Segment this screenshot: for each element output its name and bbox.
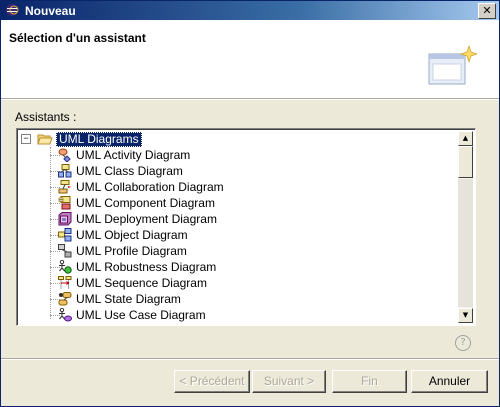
header-separator <box>1 99 499 100</box>
tree-item-collaboration[interactable]: UML Collaboration Diagram <box>19 179 419 195</box>
tree-item-use-case[interactable]: UML Use Case Diagram <box>19 307 419 323</box>
deployment-diagram-icon <box>58 212 72 226</box>
next-button[interactable]: Suivant > <box>252 370 326 393</box>
robustness-diagram-icon <box>58 259 72 274</box>
tree-item-label: UML Use Case Diagram <box>76 308 206 322</box>
tree-item-sequence[interactable]: UML Sequence Diagram <box>19 275 419 291</box>
tree-item-profile[interactable]: UML Profile Diagram <box>19 243 419 259</box>
tree-item-activity[interactable]: UML Activity Diagram <box>19 147 419 163</box>
folder-open-icon <box>37 132 53 146</box>
window-title: Nouveau <box>25 4 76 18</box>
tree-item-robustness[interactable]: UML Robustness Diagram <box>19 259 419 275</box>
class-diagram-icon <box>58 164 72 178</box>
scroll-up-button[interactable]: ▲ <box>458 131 473 146</box>
dialog-window: Nouveau ✕ Sélection d'un assistant Assis… <box>0 0 500 407</box>
tree-item-label: UML Activity Diagram <box>76 148 191 162</box>
tree-content: − UML Diagrams UML Activity Diagram UML … <box>19 131 456 323</box>
tree-item-label: UML Deployment Diagram <box>76 212 217 226</box>
tree-item-label: UML Sequence Diagram <box>76 276 207 290</box>
eclipse-app-icon <box>5 3 19 20</box>
collaboration-diagram-icon <box>58 180 72 194</box>
sequence-diagram-icon <box>58 276 72 290</box>
tree-item-component[interactable]: UML Component Diagram <box>19 195 419 211</box>
tree-item-deployment[interactable]: UML Deployment Diagram <box>19 211 419 227</box>
new-wizard-icon <box>427 42 479 91</box>
title-bar[interactable]: Nouveau ✕ <box>1 1 499 20</box>
profile-diagram-icon <box>58 244 72 258</box>
collapse-toggle[interactable]: − <box>21 134 31 144</box>
tree-item-label: UML Profile Diagram <box>76 244 187 258</box>
tree-item-state[interactable]: UML State Diagram <box>19 291 419 307</box>
assistants-label: Assistants : <box>15 110 77 124</box>
tree-item-label: UML State Diagram <box>76 292 181 306</box>
use-case-diagram-icon <box>58 307 72 322</box>
footer-separator-highlight <box>1 359 499 360</box>
scroll-thumb[interactable] <box>458 146 473 178</box>
tree-item-class[interactable]: UML Class Diagram <box>19 163 419 179</box>
tree-item-label: UML Component Diagram <box>76 196 215 210</box>
wizard-header: Sélection d'un assistant <box>1 20 499 99</box>
scroll-down-button[interactable]: ▼ <box>458 308 473 323</box>
wizard-tree[interactable]: − UML Diagrams UML Activity Diagram UML … <box>16 128 476 326</box>
vertical-scrollbar[interactable]: ▲ ▼ <box>458 131 473 323</box>
tree-item-label: UML Collaboration Diagram <box>76 180 224 194</box>
close-button[interactable]: ✕ <box>478 3 496 19</box>
scroll-track[interactable] <box>458 179 473 307</box>
activity-diagram-icon <box>58 148 72 163</box>
cancel-button[interactable]: Annuler <box>411 370 488 393</box>
tree-root-uml-diagrams[interactable]: − UML Diagrams <box>19 131 219 147</box>
state-diagram-icon <box>58 292 72 306</box>
finish-button[interactable]: Fin <box>332 370 407 393</box>
tree-item-label: UML Class Diagram <box>76 164 183 178</box>
page-title: Sélection d'un assistant <box>9 31 146 45</box>
tree-root-label: UML Diagrams <box>56 132 142 147</box>
component-diagram-icon <box>58 196 72 210</box>
tree-item-label: UML Object Diagram <box>76 228 188 242</box>
tree-item-object[interactable]: UML Object Diagram <box>19 227 419 243</box>
tree-item-label: UML Robustness Diagram <box>76 260 217 274</box>
help-icon[interactable]: ? <box>455 335 471 351</box>
object-diagram-icon <box>58 228 72 242</box>
previous-button[interactable]: < Précédent <box>174 370 250 393</box>
